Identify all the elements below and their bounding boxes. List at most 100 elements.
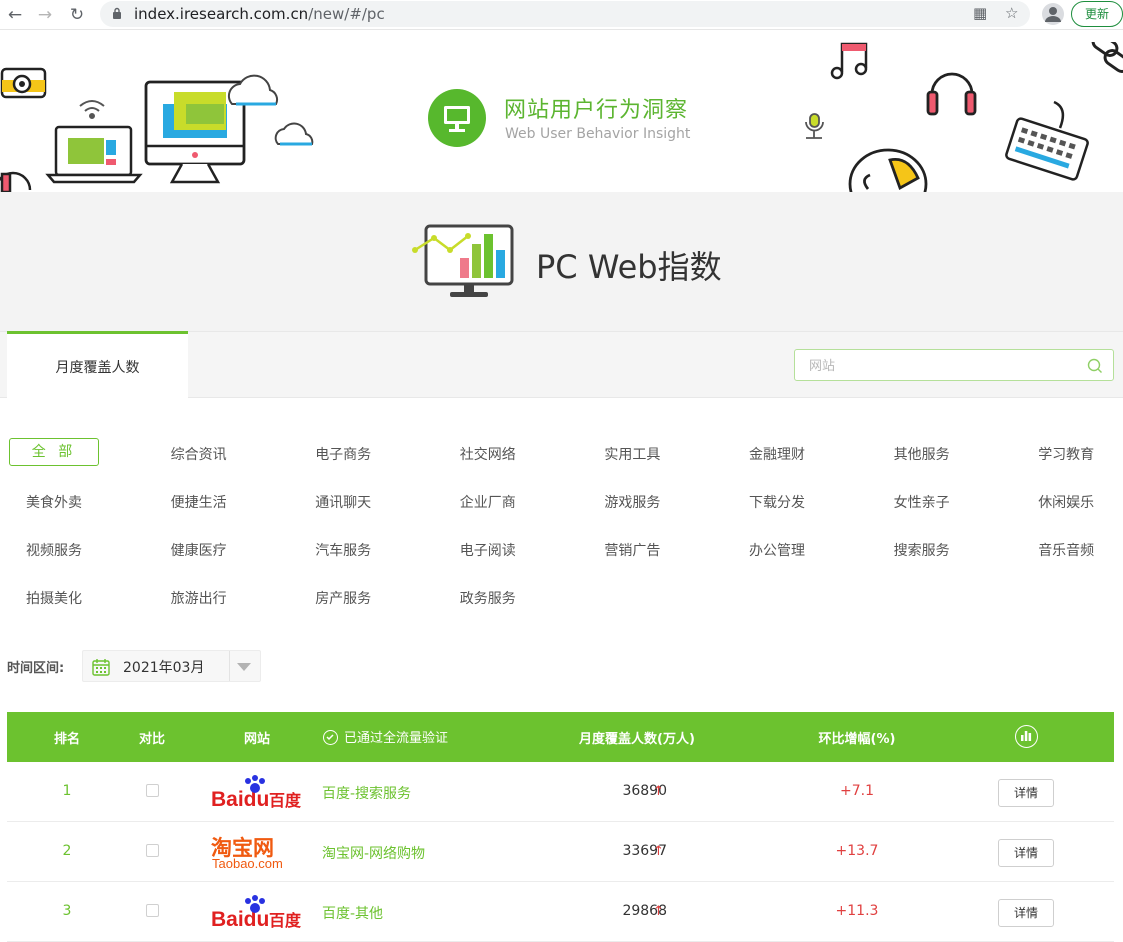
time-range-label: 时间区间: bbox=[7, 661, 65, 676]
category-item[interactable]: 企业厂商 bbox=[423, 492, 553, 512]
category-item[interactable]: 政务服务 bbox=[423, 588, 553, 608]
category-item[interactable]: 搜索服务 bbox=[857, 540, 987, 560]
category-item[interactable]: 电子商务 bbox=[278, 444, 408, 464]
search-input[interactable] bbox=[809, 356, 1079, 376]
site-link[interactable]: 淘宝网-网络购物 bbox=[322, 843, 425, 863]
header-compare: 对比 bbox=[138, 732, 165, 747]
forward-icon[interactable]: → bbox=[34, 4, 56, 26]
category-item[interactable]: 游戏服务 bbox=[567, 492, 697, 512]
page-title: PC Web指数 bbox=[536, 248, 722, 286]
detail-button[interactable]: 详情 bbox=[998, 779, 1054, 807]
header-site: 网站 bbox=[243, 732, 270, 747]
detail-button[interactable]: 详情 bbox=[998, 839, 1054, 867]
chain-icon bbox=[1091, 42, 1123, 73]
hero-section: PC Web指数 bbox=[0, 192, 1123, 332]
category-all[interactable]: 全 部 bbox=[9, 438, 99, 466]
wifi-icon bbox=[79, 100, 105, 119]
category-item[interactable]: 综合资讯 bbox=[134, 444, 264, 464]
category-item[interactable]: 美食外卖 bbox=[0, 492, 119, 512]
category-item[interactable]: 学习教育 bbox=[1001, 444, 1123, 464]
header-rank: 排名 bbox=[53, 732, 80, 747]
tab-label: 月度覆盖人数 bbox=[55, 360, 140, 376]
coverage-value: 29868 bbox=[622, 903, 667, 919]
mom-value: +11.3 bbox=[835, 903, 879, 919]
mom-value: +13.7 bbox=[835, 843, 879, 859]
arrow-up-icon: ↑ bbox=[653, 844, 664, 859]
chart-monitor-icon bbox=[412, 224, 514, 297]
profile-avatar[interactable] bbox=[1042, 3, 1064, 25]
compare-checkbox[interactable] bbox=[146, 844, 159, 857]
compare-checkbox[interactable] bbox=[146, 904, 159, 917]
music-note-icon bbox=[830, 42, 868, 80]
qr-code-icon[interactable]: ▦ bbox=[973, 4, 987, 22]
tab-monthly-coverage[interactable]: 月度覆盖人数 bbox=[7, 331, 188, 398]
category-item[interactable]: 下载分发 bbox=[712, 492, 842, 512]
category-item[interactable]: 通讯聊天 bbox=[278, 492, 408, 512]
banner-subtitle: Web User Behavior Insight bbox=[505, 126, 691, 142]
rank-value: 1 bbox=[62, 783, 72, 799]
category-item[interactable]: 健康医疗 bbox=[134, 540, 264, 560]
category-item[interactable]: 房产服务 bbox=[278, 588, 408, 608]
reload-icon[interactable]: ↻ bbox=[66, 4, 88, 26]
banner-title: 网站用户行为洞察 bbox=[504, 98, 689, 123]
category-item[interactable]: 金融理财 bbox=[712, 444, 842, 464]
baidu-logo: Baidu 百度 bbox=[211, 895, 302, 930]
category-item[interactable]: 汽车服务 bbox=[278, 540, 408, 560]
header-coverage[interactable]: 月度覆盖人数(万人) bbox=[562, 728, 712, 747]
table-row: 3 Baidu 百度 百度-其他 29868 ↑ +11.3 详情 bbox=[7, 882, 1114, 942]
rank-value: 2 bbox=[62, 843, 72, 859]
headphones-icon bbox=[0, 171, 32, 192]
chevron-down-icon[interactable] bbox=[237, 663, 251, 671]
svg-text:百度: 百度 bbox=[269, 791, 302, 810]
address-bar[interactable]: index.iresearch.com.cn/new/#/pc ▦ ☆ bbox=[100, 1, 1030, 27]
tab-bar: 月度覆盖人数 bbox=[0, 331, 1123, 398]
category-item[interactable]: 视频服务 bbox=[0, 540, 119, 560]
category-item[interactable]: 社交网络 bbox=[423, 444, 553, 464]
laptop-icon bbox=[45, 125, 143, 184]
bar-chart-icon[interactable] bbox=[1015, 725, 1038, 748]
category-item[interactable]: 拍摄美化 bbox=[0, 588, 119, 608]
microphone-icon bbox=[805, 113, 824, 139]
category-item[interactable]: 休闲娱乐 bbox=[1001, 492, 1123, 512]
mom-value: +7.1 bbox=[840, 783, 874, 799]
month-picker[interactable]: 2021年03月 bbox=[82, 650, 261, 682]
monitor-logo-icon bbox=[428, 89, 486, 147]
category-item[interactable]: 营销广告 bbox=[567, 540, 697, 560]
svg-text:Taobao.com: Taobao.com bbox=[212, 856, 283, 870]
table-row: 1 Baidu 百度 百度-搜索服务 36890 ↑ +7.1 详情 bbox=[7, 762, 1114, 822]
browser-toolbar: ← → ↻ index.iresearch.com.cn/new/#/pc ▦ … bbox=[0, 0, 1123, 30]
rank-value: 3 bbox=[62, 903, 72, 919]
coverage-value: 33697 bbox=[622, 843, 667, 859]
category-item[interactable]: 女性亲子 bbox=[857, 492, 987, 512]
category-item[interactable]: 其他服务 bbox=[857, 444, 987, 464]
check-circle-icon bbox=[323, 730, 338, 745]
search-icon[interactable] bbox=[1087, 358, 1103, 374]
url-text: index.iresearch.com.cn/new/#/pc bbox=[134, 5, 385, 23]
mouse-icon bbox=[848, 148, 928, 192]
update-button[interactable]: 更新 bbox=[1071, 1, 1123, 27]
category-item[interactable]: 便捷生活 bbox=[134, 492, 264, 512]
verified-label: 已通过全流量验证 bbox=[344, 731, 449, 746]
verified-filter[interactable]: 已通过全流量验证 bbox=[323, 727, 448, 746]
search-box bbox=[794, 349, 1114, 381]
month-value: 2021年03月 bbox=[123, 660, 205, 676]
calendar-icon bbox=[92, 659, 110, 676]
site-link[interactable]: 百度-搜索服务 bbox=[322, 783, 411, 803]
camera-icon bbox=[0, 67, 47, 99]
headphones-icon bbox=[926, 72, 977, 116]
header-mom[interactable]: 环比增幅(%) bbox=[797, 728, 917, 747]
coverage-value: 36890 bbox=[622, 783, 667, 799]
category-item[interactable]: 音乐音频 bbox=[1001, 540, 1123, 560]
keyboard-icon bbox=[1005, 100, 1089, 181]
site-link[interactable]: 百度-其他 bbox=[322, 903, 383, 923]
back-icon[interactable]: ← bbox=[4, 4, 26, 26]
category-item[interactable]: 办公管理 bbox=[712, 540, 842, 560]
arrow-up-icon: ↑ bbox=[653, 784, 664, 799]
category-item[interactable]: 实用工具 bbox=[567, 444, 697, 464]
category-item[interactable]: 电子阅读 bbox=[423, 540, 553, 560]
category-item[interactable]: 旅游出行 bbox=[134, 588, 264, 608]
svg-text:百度: 百度 bbox=[269, 911, 302, 930]
compare-checkbox[interactable] bbox=[146, 784, 159, 797]
taobao-logo: 淘宝网 Taobao.com bbox=[211, 836, 283, 870]
bookmark-star-icon[interactable]: ☆ bbox=[1005, 4, 1018, 22]
